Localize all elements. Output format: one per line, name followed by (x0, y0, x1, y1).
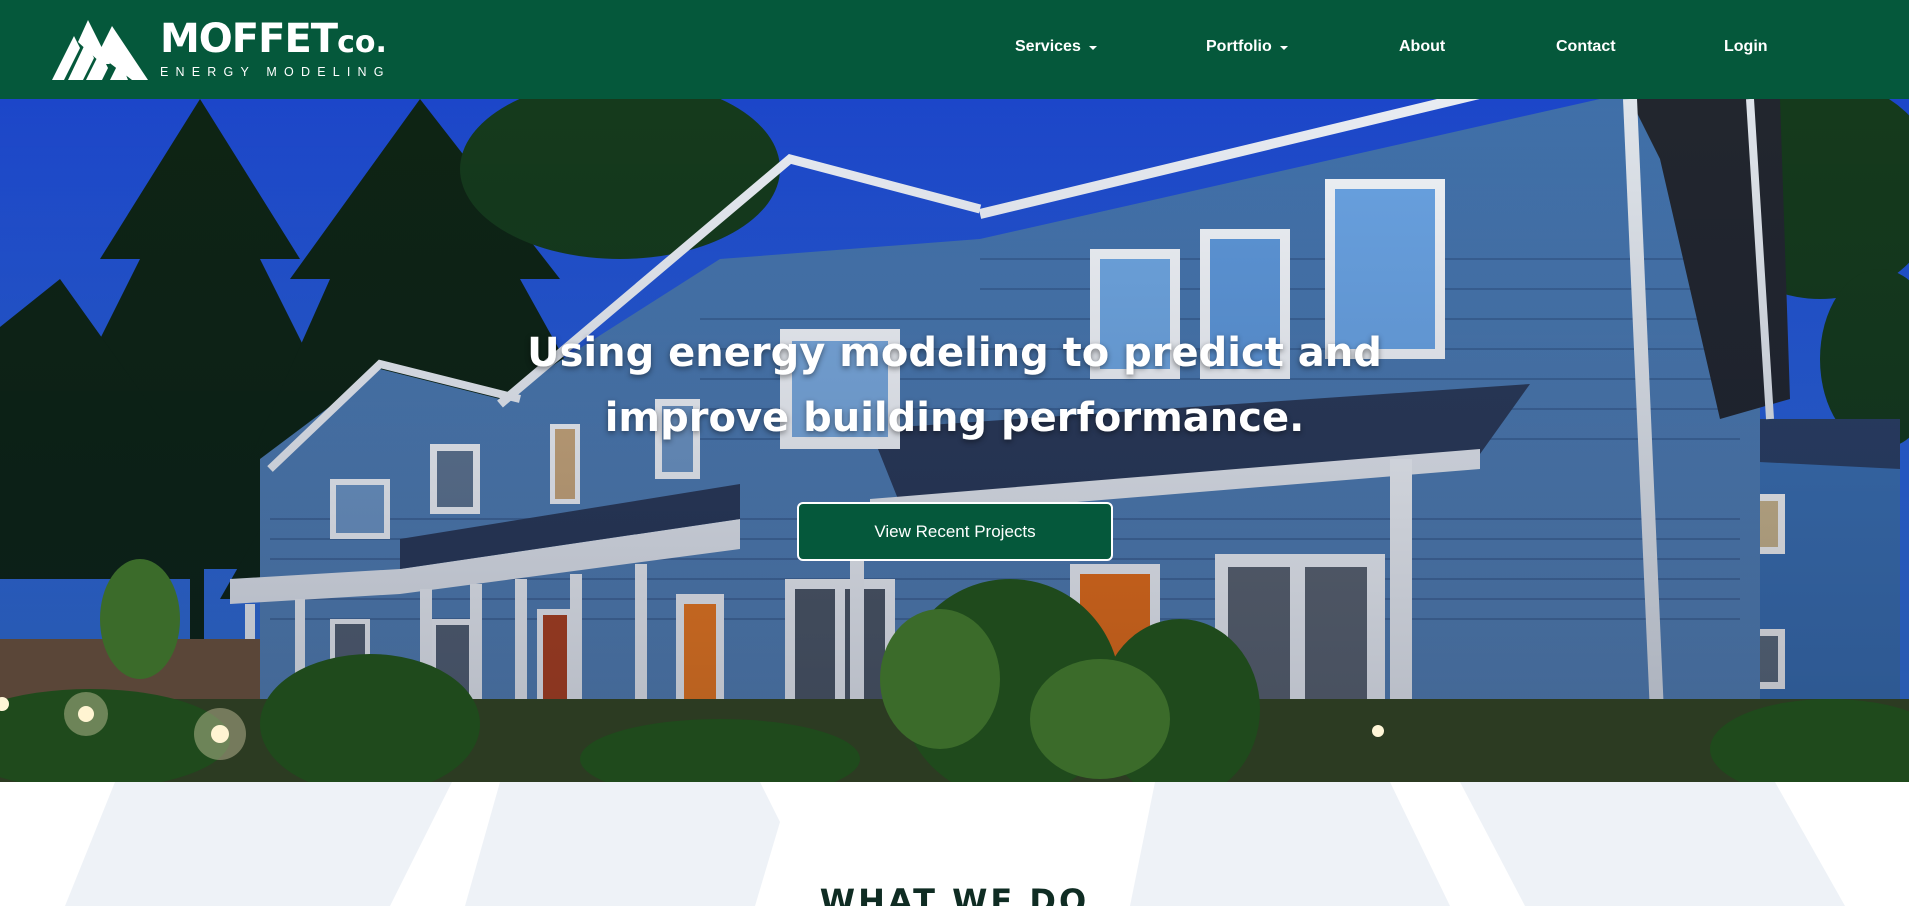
nav-portfolio[interactable]: Portfolio (1206, 38, 1288, 56)
what-we-do-section: WHAT WE DO (0, 782, 1909, 906)
hero-headline-line-1: Using energy modeling to predict and (527, 330, 1382, 376)
chevron-down-icon (1088, 45, 1097, 50)
main-nav: Services Portfolio About Contact Login (0, 0, 1909, 99)
chevron-down-icon (1279, 45, 1288, 50)
nav-services-label: Services (1015, 38, 1081, 55)
hero-section: Using energy modeling to predict and imp… (0, 99, 1909, 782)
view-recent-projects-button[interactable]: View Recent Projects (797, 502, 1113, 561)
nav-portfolio-label: Portfolio (1206, 38, 1272, 55)
nav-about[interactable]: About (1399, 38, 1445, 56)
hero-headline: Using energy modeling to predict and imp… (0, 321, 1909, 451)
nav-services[interactable]: Services (1015, 38, 1097, 56)
section-title: WHAT WE DO (819, 882, 1090, 906)
site-header: MOFFETco. ENERGY MODELING Services Portf… (0, 0, 1909, 99)
nav-contact[interactable]: Contact (1556, 38, 1616, 56)
hero-headline-line-2: improve building performance. (604, 395, 1305, 441)
nav-login[interactable]: Login (1724, 38, 1768, 56)
